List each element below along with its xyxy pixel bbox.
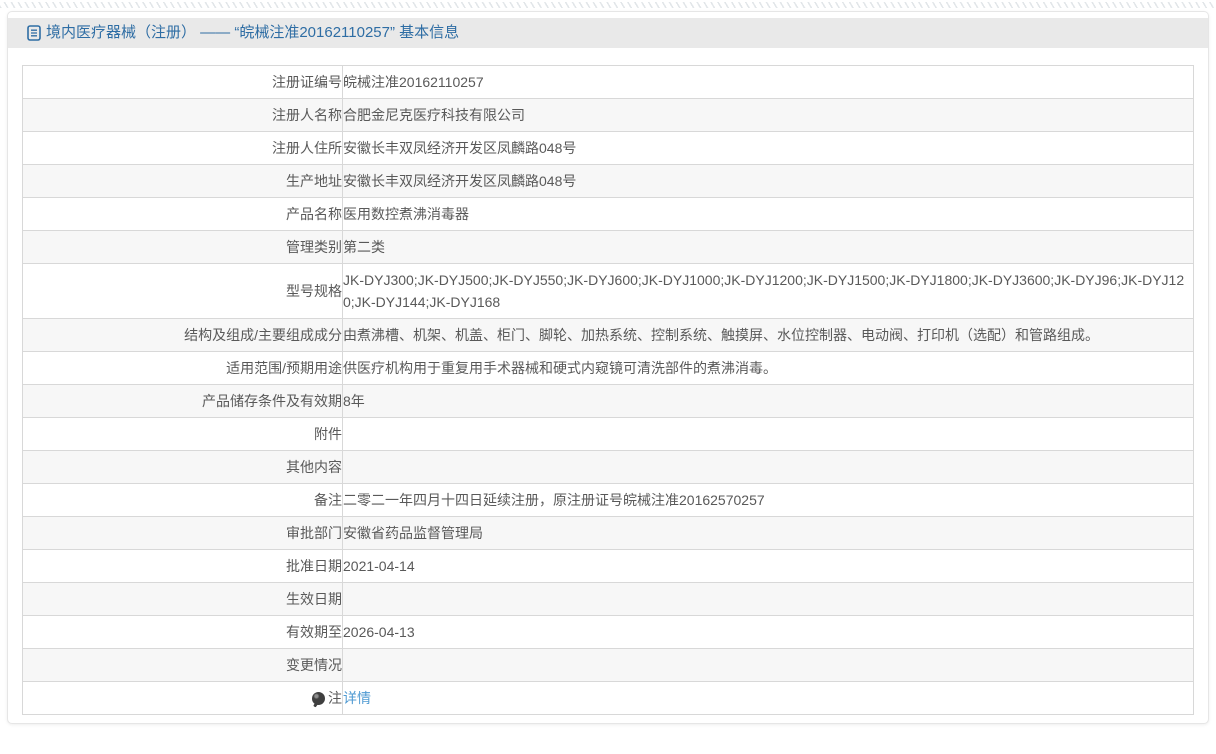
row-value: 安徽长丰双凤经济开发区凤麟路048号 (342, 131, 1194, 165)
row-label: 注册证编号 (22, 65, 343, 99)
table-row: 型号规格 JK-DYJ300;JK-DYJ500;JK-DYJ550;JK-DY… (22, 263, 1194, 319)
row-value: 8年 (342, 384, 1194, 418)
record-card: 境内医疗器械（注册） —— “皖械注准20162110257” 基本信息 注册证… (7, 11, 1209, 724)
table-row: 备注 二零二一年四月十四日延续注册，原注册证号皖械注准20162570257 (22, 483, 1194, 517)
row-value: 安徽长丰双凤经济开发区凤麟路048号 (342, 164, 1194, 198)
table-row: 注册人名称 合肥金尼克医疗科技有限公司 (22, 98, 1194, 132)
row-value: 安徽省药品监督管理局 (342, 516, 1194, 550)
row-value: 合肥金尼克医疗科技有限公司 (342, 98, 1194, 132)
document-icon (27, 25, 41, 41)
row-label: 其他内容 (22, 450, 343, 484)
row-label: 生效日期 (22, 582, 343, 616)
row-label: 注 (22, 681, 343, 715)
page-top-dotted-border (0, 2, 1216, 8)
row-label: 审批部门 (22, 516, 343, 550)
row-label: 型号规格 (22, 263, 343, 319)
table-row: 产品储存条件及有效期 8年 (22, 384, 1194, 418)
row-value (342, 450, 1194, 484)
row-value: 2026-04-13 (342, 615, 1194, 649)
table-row: 有效期至 2026-04-13 (22, 615, 1194, 649)
row-label: 产品名称 (22, 197, 343, 231)
row-value: 2021-04-14 (342, 549, 1194, 583)
row-label: 注册人住所 (22, 131, 343, 165)
table-row: 适用范围/预期用途 供医疗机构用于重复用手术器械和硬式内窥镜可清洗部件的煮沸消毒… (22, 351, 1194, 385)
row-value (342, 417, 1194, 451)
table-row: 变更情况 (22, 648, 1194, 682)
table-row-note: 注 详情 (22, 681, 1194, 715)
table-row: 管理类别 第二类 (22, 230, 1194, 264)
row-label: 备注 (22, 483, 343, 517)
row-value: 皖械注准20162110257 (342, 65, 1194, 99)
record-header: 境内医疗器械（注册） —— “皖械注准20162110257” 基本信息 (8, 18, 1208, 48)
detail-link[interactable]: 详情 (343, 690, 371, 706)
row-label: 适用范围/预期用途 (22, 351, 343, 385)
table-row: 审批部门 安徽省药品监督管理局 (22, 516, 1194, 550)
row-value: 详情 (342, 681, 1194, 715)
row-label: 生产地址 (22, 164, 343, 198)
note-label: 注 (328, 690, 342, 706)
device-info-table: 注册证编号 皖械注准20162110257 注册人名称 合肥金尼克医疗科技有限公… (22, 65, 1194, 715)
row-value: 二零二一年四月十四日延续注册，原注册证号皖械注准20162570257 (342, 483, 1194, 517)
row-value (342, 648, 1194, 682)
row-label: 有效期至 (22, 615, 343, 649)
row-label: 批准日期 (22, 549, 343, 583)
row-value: 医用数控煮沸消毒器 (342, 197, 1194, 231)
row-label: 管理类别 (22, 230, 343, 264)
row-value: 由煮沸槽、机架、机盖、柜门、脚轮、加热系统、控制系统、触摸屏、水位控制器、电动阀… (342, 318, 1194, 352)
row-label: 产品储存条件及有效期 (22, 384, 343, 418)
row-value: 供医疗机构用于重复用手术器械和硬式内窥镜可清洗部件的煮沸消毒。 (342, 351, 1194, 385)
bulb-note-icon (312, 692, 325, 705)
row-label: 附件 (22, 417, 343, 451)
table-row: 生效日期 (22, 582, 1194, 616)
info-table-wrapper: 注册证编号 皖械注准20162110257 注册人名称 合肥金尼克医疗科技有限公… (22, 65, 1194, 715)
page-title: 境内医疗器械（注册） —— “皖械注准20162110257” 基本信息 (46, 24, 460, 41)
row-label: 注册人名称 (22, 98, 343, 132)
table-row: 注册证编号 皖械注准20162110257 (22, 65, 1194, 99)
table-row: 其他内容 (22, 450, 1194, 484)
table-row: 注册人住所 安徽长丰双凤经济开发区凤麟路048号 (22, 131, 1194, 165)
table-row: 生产地址 安徽长丰双凤经济开发区凤麟路048号 (22, 164, 1194, 198)
table-row: 结构及组成/主要组成成分 由煮沸槽、机架、机盖、柜门、脚轮、加热系统、控制系统、… (22, 318, 1194, 352)
row-value: 第二类 (342, 230, 1194, 264)
row-label: 结构及组成/主要组成成分 (22, 318, 343, 352)
table-row: 附件 (22, 417, 1194, 451)
table-row: 批准日期 2021-04-14 (22, 549, 1194, 583)
row-label: 变更情况 (22, 648, 343, 682)
row-value: JK-DYJ300;JK-DYJ500;JK-DYJ550;JK-DYJ600;… (342, 263, 1194, 319)
table-row: 产品名称 医用数控煮沸消毒器 (22, 197, 1194, 231)
row-value (342, 582, 1194, 616)
